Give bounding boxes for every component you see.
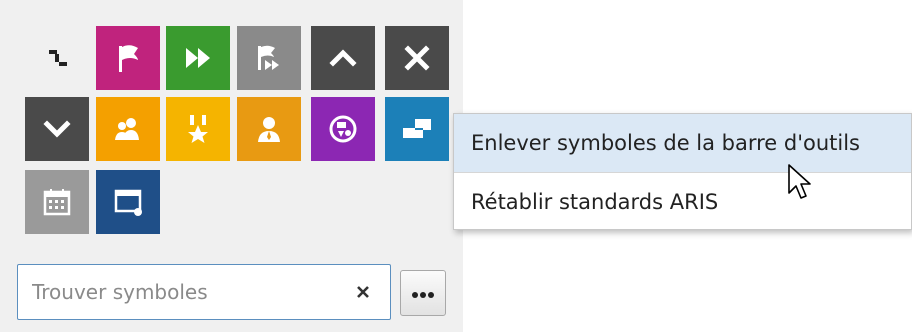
window-icon[interactable] (96, 170, 160, 234)
chevron-down-icon[interactable] (25, 97, 89, 161)
chevron-up-icon[interactable] (311, 26, 375, 90)
more-options-button[interactable] (400, 270, 446, 316)
process-icon[interactable] (311, 97, 375, 161)
search-input[interactable] (32, 265, 332, 319)
menu-item-remove-symbols[interactable]: Enlever symboles de la barre d'outils (454, 114, 911, 172)
calendar-icon[interactable] (25, 170, 89, 234)
flag-forward-icon[interactable] (237, 26, 301, 90)
fast-forward-icon[interactable] (166, 26, 230, 90)
flag-icon[interactable] (96, 26, 160, 90)
tag-icon[interactable] (385, 97, 449, 161)
connector-icon[interactable] (25, 26, 89, 90)
ellipsis-icon (411, 284, 435, 303)
mouse-cursor-icon (787, 163, 813, 207)
clear-icon[interactable] (350, 279, 376, 305)
menu-item-restore-defaults[interactable]: Rétablir standards ARIS (454, 173, 911, 231)
symbol-palette (0, 0, 463, 332)
search-field[interactable] (17, 264, 391, 320)
award-icon[interactable] (166, 97, 230, 161)
person-icon[interactable] (237, 97, 301, 161)
context-menu: Enlever symboles de la barre d'outils Ré… (453, 113, 912, 230)
group-icon[interactable] (96, 97, 160, 161)
close-icon[interactable] (385, 26, 449, 90)
